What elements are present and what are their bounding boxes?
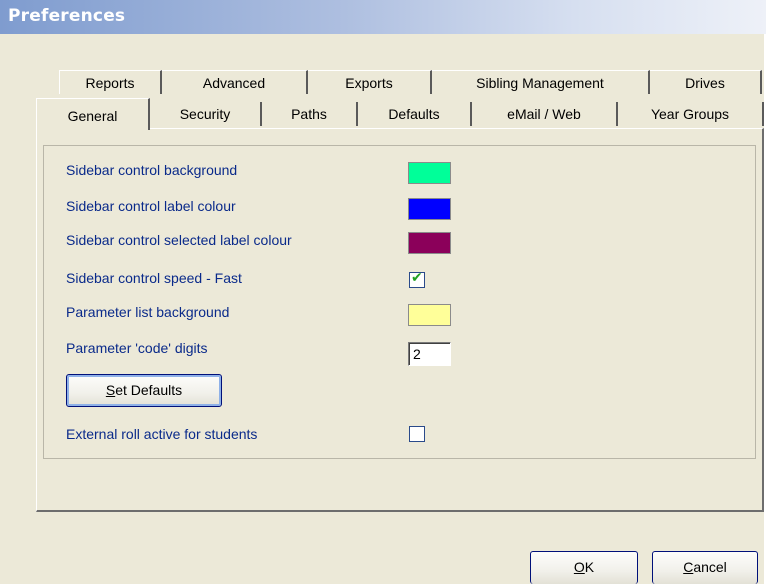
cancel-mnemonic: C <box>683 559 694 575</box>
cancel-button[interactable]: Cancel <box>652 551 758 584</box>
tab-year-groups[interactable]: Year Groups <box>618 102 764 126</box>
sidebar-selected-label-colour-label: Sidebar control selected label colour <box>66 232 292 248</box>
tab-label: General <box>67 108 118 124</box>
sidebar-background-label: Sidebar control background <box>66 162 238 178</box>
ok-label: K <box>584 559 595 575</box>
tab-paths[interactable]: Paths <box>262 102 358 126</box>
tab-exports[interactable]: Exports <box>308 70 432 94</box>
tab-sibling-management[interactable]: Sibling Management <box>432 70 650 94</box>
tab-label: Year Groups <box>650 106 730 122</box>
tab-label: Advanced <box>202 75 266 91</box>
general-options-group <box>43 145 756 459</box>
tab-label: Drives <box>685 75 725 91</box>
tab-email-web[interactable]: eMail / Web <box>472 102 618 126</box>
tab-label: Defaults <box>388 106 440 122</box>
set-defaults-mnemonic: S <box>105 382 116 398</box>
tab-label: Paths <box>291 106 327 122</box>
tab-label: Sibling Management <box>476 75 604 91</box>
sidebar-label-colour-label: Sidebar control label colour <box>66 198 236 214</box>
title-bar[interactable]: Preferences <box>0 0 766 34</box>
set-defaults-button[interactable]: Set Defaults <box>66 374 222 407</box>
parameter-list-background-swatch[interactable] <box>408 304 451 326</box>
tab-defaults[interactable]: Defaults <box>358 102 472 126</box>
external-roll-label: External roll active for students <box>66 426 258 442</box>
ok-mnemonic: O <box>573 559 585 575</box>
tab-label: Reports <box>85 75 135 91</box>
window-title: Preferences <box>8 6 126 26</box>
set-defaults-label: et Defaults <box>115 382 183 398</box>
parameter-code-digits-input[interactable]: 2 <box>408 342 451 366</box>
sidebar-selected-label-colour-swatch[interactable] <box>408 232 451 254</box>
tab-advanced[interactable]: Advanced <box>162 70 308 94</box>
sidebar-speed-checkbox[interactable]: ✔ <box>409 270 425 288</box>
external-roll-checkbox[interactable]: ✔ <box>409 426 425 442</box>
tab-general[interactable]: General <box>36 98 150 130</box>
parameter-code-digits-label: Parameter 'code' digits <box>66 340 208 356</box>
parameter-list-background-label: Parameter list background <box>66 304 230 320</box>
sidebar-speed-label: Sidebar control speed - Fast <box>66 270 242 286</box>
sidebar-label-colour-swatch[interactable] <box>408 198 451 220</box>
sidebar-background-swatch[interactable] <box>408 162 451 184</box>
tab-label: eMail / Web <box>507 106 581 122</box>
check-icon: ✔ <box>411 270 423 286</box>
cancel-label: ancel <box>693 559 727 575</box>
tab-label: Security <box>179 106 231 122</box>
tab-reports[interactable]: Reports <box>59 70 162 94</box>
tab-security[interactable]: Security <box>150 102 262 126</box>
ok-button[interactable]: OK <box>530 551 638 584</box>
tab-drives[interactable]: Drives <box>650 70 762 94</box>
tab-label: Exports <box>345 75 393 91</box>
preferences-window: Preferences Reports Advanced Exports Sib… <box>0 0 766 584</box>
